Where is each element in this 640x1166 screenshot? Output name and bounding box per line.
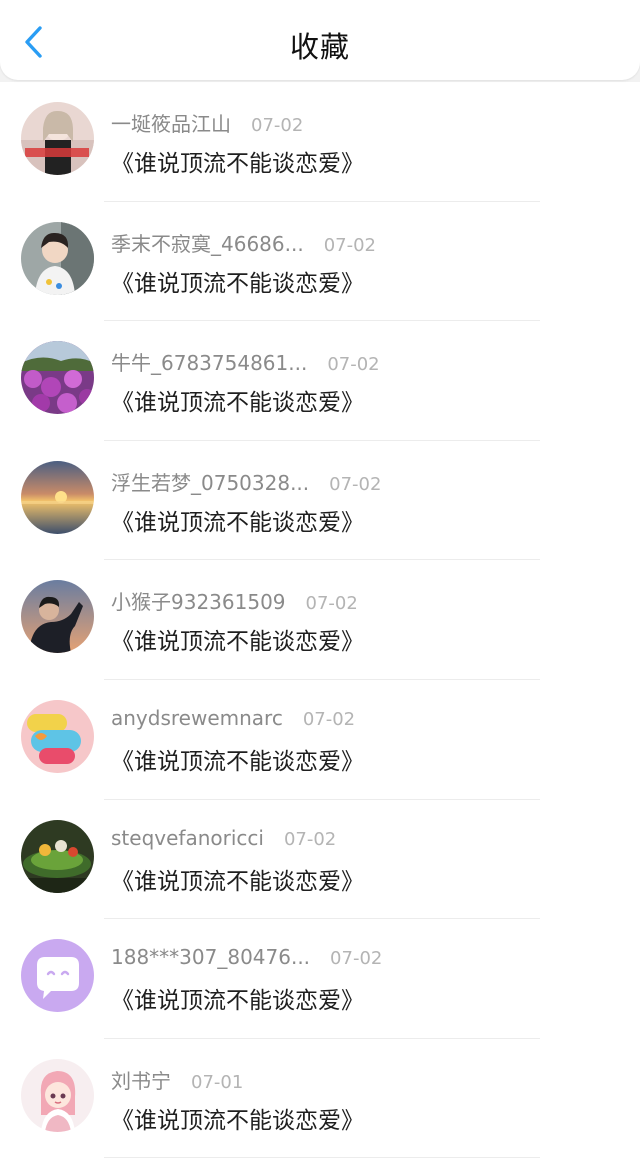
book-title[interactable]: 《谁说顶流不能谈恋爱》	[111, 981, 364, 1015]
username[interactable]: 188***307_80476...	[111, 945, 310, 969]
list-item[interactable]: anydsrewemnarc 07-02 《谁说顶流不能谈恋爱》	[0, 680, 640, 800]
list-item[interactable]: 一埏筱品江山 07-02 《谁说顶流不能谈恋爱》	[0, 82, 640, 202]
avatar[interactable]	[21, 221, 94, 295]
page-title: 收藏	[289, 30, 350, 64]
item-meta: 牛牛_6783754861... 07-02	[111, 347, 380, 376]
list-item[interactable]: steqvefanoricci 07-02 《谁说顶流不能谈恋爱》	[0, 800, 640, 920]
book-title[interactable]: 《谁说顶流不能谈恋爱》	[111, 742, 364, 776]
avatar[interactable]	[21, 819, 94, 893]
avatar[interactable]	[21, 341, 94, 415]
favorites-list: 一埏筱品江山 07-02 《谁说顶流不能谈恋爱》 季末不寂寞_46686... 07…	[0, 82, 640, 1166]
item-date: 07-02	[329, 473, 382, 495]
item-date: 07-01	[191, 1071, 244, 1093]
avatar[interactable]	[21, 1058, 94, 1132]
item-meta: 浮生若梦_0750328... 07-02	[111, 467, 381, 496]
username[interactable]: 小猴子932361509	[111, 590, 286, 614]
list-item[interactable]: 浮生若梦_0750328... 07-02 《谁说顶流不能谈恋爱》	[0, 441, 640, 561]
list-item[interactable]: 季末不寂寞_46686... 07-02 《谁说顶流不能谈恋爱》	[0, 202, 640, 322]
book-title[interactable]: 《谁说顶流不能谈恋爱》	[111, 1101, 364, 1135]
username[interactable]: 牛牛_6783754861...	[111, 351, 307, 375]
item-meta: anydsrewemnarc 07-02	[111, 706, 355, 730]
divider	[104, 1157, 540, 1159]
avatar[interactable]	[21, 460, 94, 534]
book-title[interactable]: 《谁说顶流不能谈恋爱》	[111, 622, 364, 656]
top-bar: 收藏	[0, 0, 640, 80]
list-item[interactable]: 小猴子932361509 07-02 《谁说顶流不能谈恋爱》	[0, 560, 640, 680]
item-date: 07-02	[330, 948, 383, 970]
list-item[interactable]: 牛牛_6783754861... 07-02 《谁说顶流不能谈恋爱》	[0, 321, 640, 441]
book-title[interactable]: 《谁说顶流不能谈恋爱》	[111, 264, 364, 298]
username[interactable]: 刘书宁	[111, 1069, 171, 1093]
username[interactable]: 浮生若梦_0750328...	[111, 471, 309, 495]
book-title[interactable]: 《谁说顶流不能谈恋爱》	[111, 862, 364, 896]
item-date: 07-02	[323, 234, 377, 256]
list-item[interactable]: 刘书宁 07-01 《谁说顶流不能谈恋爱》	[0, 1039, 640, 1159]
item-date: 07-02	[251, 115, 304, 136]
username[interactable]: steqvefanoricci	[111, 826, 264, 850]
book-title[interactable]: 《谁说顶流不能谈恋爱》	[111, 383, 364, 417]
item-date: 07-02	[283, 828, 337, 850]
item-date: 07-02	[327, 354, 380, 376]
book-title[interactable]: 《谁说顶流不能谈恋爱》	[111, 503, 364, 537]
chat-bubble-icon	[21, 939, 94, 1013]
avatar[interactable]	[21, 580, 94, 654]
item-date: 07-02	[305, 593, 358, 615]
avatar[interactable]	[21, 699, 94, 773]
book-title[interactable]: 《谁说顶流不能谈恋爱》	[111, 144, 364, 178]
username[interactable]: 一埏筱品江山	[111, 112, 231, 136]
list-item[interactable]: 188***307_80476... 07-02 《谁说顶流不能谈恋爱》	[0, 919, 640, 1039]
username[interactable]: 季末不寂寞_46686...	[111, 232, 304, 256]
avatar[interactable]	[21, 102, 94, 175]
item-meta: 188***307_80476... 07-02	[111, 945, 382, 969]
item-date: 07-02	[302, 708, 356, 730]
item-meta: 一埏筱品江山 07-02	[111, 108, 303, 137]
item-meta: 刘书宁 07-01	[111, 1065, 243, 1094]
item-meta: steqvefanoricci 07-02	[111, 826, 336, 850]
avatar[interactable]	[21, 939, 94, 1013]
item-meta: 小猴子932361509 07-02	[111, 586, 358, 615]
item-meta: 季末不寂寞_46686... 07-02	[111, 228, 376, 257]
username[interactable]: anydsrewemnarc	[111, 706, 283, 730]
